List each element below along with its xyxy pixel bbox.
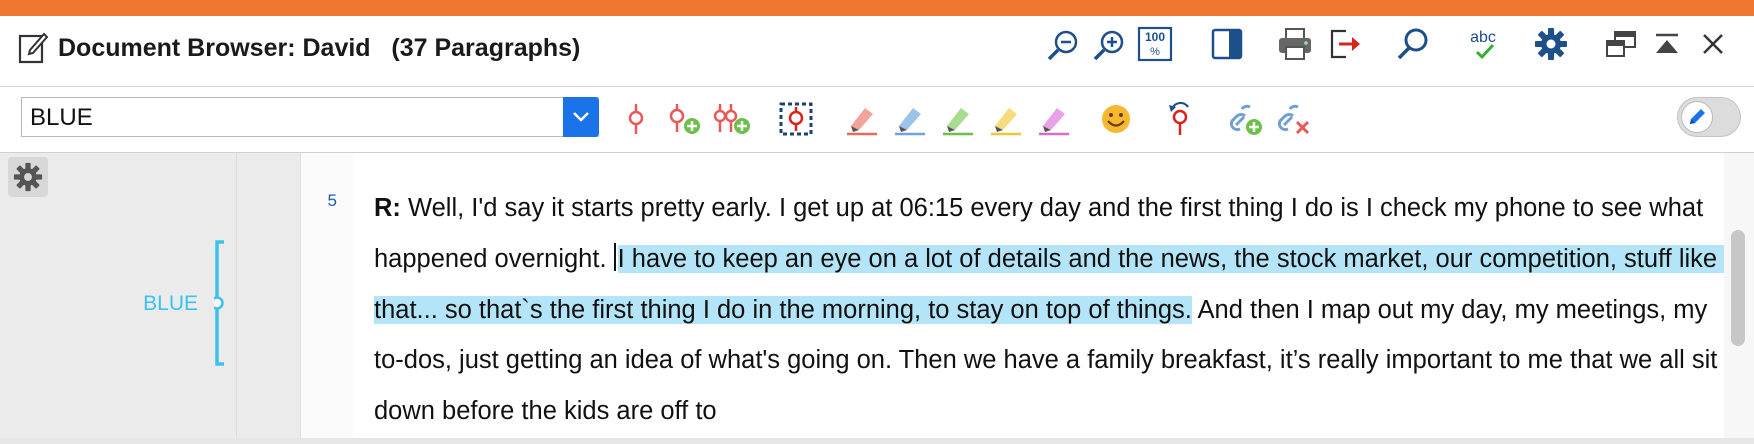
zoom-in-icon[interactable] [1090,26,1128,64]
zoom-100-icon[interactable]: 100% [1136,25,1174,63]
undock-window-icon[interactable] [1602,25,1640,63]
select-area-icon[interactable] [776,99,816,139]
code-icon[interactable] [616,99,656,139]
code-selector-value: BLUE [30,104,93,131]
highlighter-yellow-icon[interactable] [986,99,1026,139]
collapse-icon[interactable] [1648,25,1686,63]
code-selector[interactable]: BLUE [21,97,599,137]
paragraph-number: 5 [327,191,337,210]
highlighter-green-icon[interactable] [938,99,978,139]
window-bottom-border [0,438,1754,444]
coding-toolbar: BLUE [0,87,1754,153]
emoticon-icon[interactable] [1096,99,1136,139]
chevron-down-icon[interactable] [563,97,599,137]
highlighter-red-icon[interactable] [842,99,882,139]
window-title: Document Browser: David (37 Paragraphs) [58,34,581,62]
scrollbar-thumb[interactable] [1731,230,1745,346]
close-icon[interactable] [1694,25,1732,63]
zoom-out-icon[interactable] [1044,26,1082,64]
svg-text:%: % [1150,46,1160,58]
window-accent-bar [0,0,1754,16]
code-stripe-label[interactable]: BLUE [100,292,198,316]
settings-gear-icon[interactable] [1532,25,1570,63]
title-bar: Document Browser: David (37 Paragraphs) … [0,16,1754,87]
paragraph-number-column: 5 [300,153,354,444]
document-edit-icon [18,30,49,64]
document-browser-window: Document Browser: David (37 Paragraphs) … [0,0,1754,444]
export-icon[interactable] [1326,25,1364,63]
print-icon[interactable] [1276,25,1314,63]
speaker-label: R: [374,194,401,222]
code-stripe[interactable] [210,240,228,366]
highlighter-purple-icon[interactable] [1034,99,1074,139]
code-new-icon[interactable] [664,99,704,139]
svg-text:abc: abc [1470,29,1496,46]
margin-column [236,153,301,444]
panel-toggle-icon[interactable] [1208,25,1246,63]
remove-link-icon[interactable] [1274,99,1314,139]
sidebar-settings-gear-icon[interactable] [8,157,48,197]
svg-text:100: 100 [1145,30,1165,44]
add-link-icon[interactable] [1226,99,1266,139]
highlighter-blue-icon[interactable] [890,99,930,139]
spellcheck-icon[interactable]: abc [1464,25,1502,63]
document-text-area[interactable]: R: Well, I'd say it starts pretty early.… [353,153,1725,444]
undo-code-icon[interactable] [1160,99,1200,139]
pencil-icon [1681,101,1713,133]
paragraph-text[interactable]: R: Well, I'd say it starts pretty early.… [374,183,1725,437]
edit-mode-toggle[interactable] [1677,97,1741,137]
search-icon[interactable] [1394,25,1432,63]
text-caret [613,242,616,271]
code-multiple-icon[interactable] [712,99,752,139]
